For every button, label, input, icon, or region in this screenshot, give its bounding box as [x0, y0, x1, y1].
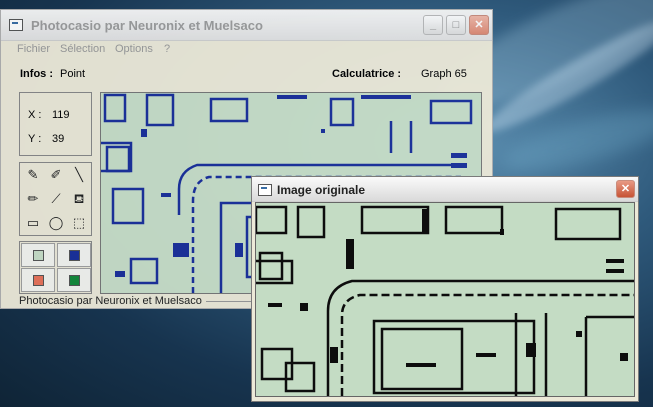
color-button-background[interactable]	[21, 243, 55, 267]
select-rect-icon[interactable]: ⬚	[68, 212, 90, 234]
eyedropper-icon[interactable]: ⟋	[45, 188, 67, 210]
background-swatch	[33, 250, 44, 261]
window-title: Photocasio par Neuronix et Muelsaco	[31, 18, 263, 33]
green-swatch	[69, 275, 80, 286]
menu-options[interactable]: Options	[115, 43, 153, 55]
x-label: X :	[28, 109, 42, 121]
color-palette	[19, 241, 92, 294]
calculator-value: Graph 65	[421, 68, 467, 80]
original-image-window: Image originale ✕	[251, 176, 639, 402]
red-swatch	[33, 275, 44, 286]
calculator-label: Calculatrice :	[332, 68, 402, 80]
wallpaper-streak	[477, 7, 653, 143]
status-bar-text: Photocasio par Neuronix et Muelsaco	[19, 295, 202, 307]
x-value: 119	[52, 109, 70, 121]
close-button[interactable]: ✕	[469, 15, 489, 35]
color-button-red[interactable]	[21, 268, 55, 292]
pencil-icon[interactable]: ✎	[22, 164, 44, 186]
main-titlebar[interactable]: Photocasio par Neuronix et Muelsaco _ □ …	[1, 10, 492, 41]
app-icon	[258, 184, 272, 196]
color-button-green[interactable]	[57, 268, 91, 292]
menu-help[interactable]: ?	[164, 43, 170, 55]
ellipse-icon[interactable]: ◯	[45, 212, 67, 234]
infos-value: Point	[60, 68, 86, 80]
original-image-canvas	[255, 202, 635, 397]
original-close-button[interactable]: ✕	[616, 180, 635, 198]
menu-bar: Fichier Sélection Options ?	[1, 41, 492, 57]
original-titlebar[interactable]: Image originale ✕	[252, 177, 638, 202]
pen-icon[interactable]: ✐	[45, 164, 67, 186]
y-value: 39	[52, 133, 65, 145]
original-window-title: Image originale	[277, 183, 366, 197]
rectangle-icon[interactable]: ▭	[22, 212, 44, 234]
menu-fichier[interactable]: Fichier	[17, 43, 50, 55]
tool-palette: ✎ ✐ ╲ ✏ ⟋ ⛾ ▭ ◯ ⬚	[19, 162, 92, 236]
fill-bucket-icon[interactable]: ⛾	[68, 188, 90, 210]
coordinates-panel: X : 119 Y : 39	[19, 92, 92, 156]
minimize-button[interactable]: _	[423, 15, 443, 35]
app-icon	[9, 19, 23, 31]
menu-selection[interactable]: Sélection	[60, 43, 105, 55]
pixel-art-original	[256, 205, 634, 396]
color-button-blue[interactable]	[57, 243, 91, 267]
line-icon[interactable]: ╲	[68, 164, 90, 186]
wallpaper-streak	[497, 97, 653, 183]
maximize-button[interactable]: □	[446, 15, 466, 35]
y-label: Y :	[28, 133, 42, 145]
infos-label: Infos :	[20, 68, 53, 80]
blue-swatch	[69, 250, 80, 261]
brush-icon[interactable]: ✏	[22, 188, 44, 210]
